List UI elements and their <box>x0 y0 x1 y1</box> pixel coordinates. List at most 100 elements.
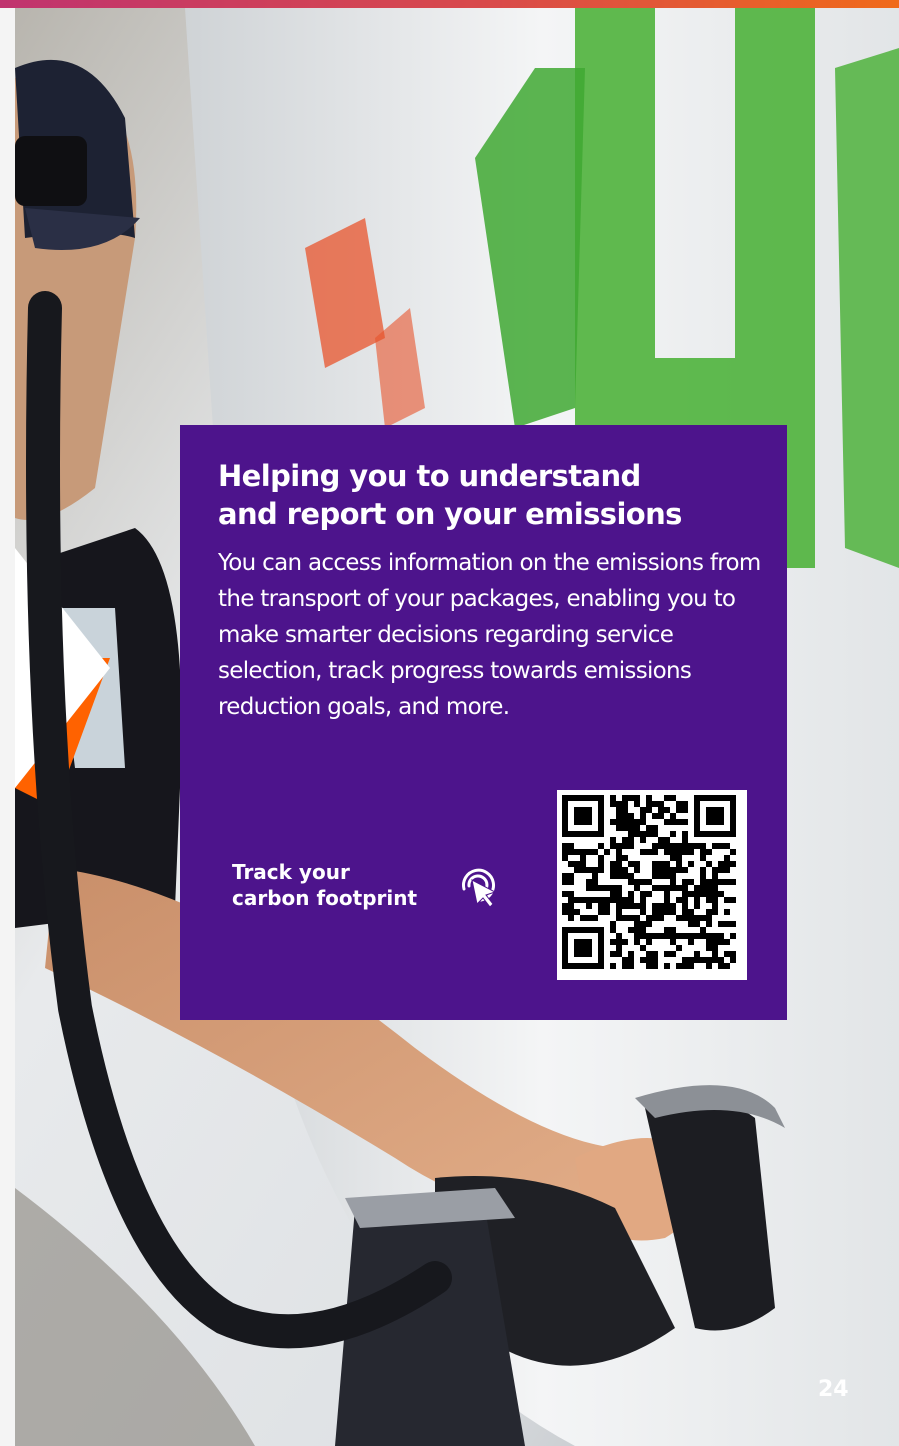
qr-module <box>562 903 568 909</box>
qr-module <box>574 867 580 873</box>
qr-module <box>628 861 634 867</box>
qr-module <box>616 891 622 897</box>
qr-module <box>712 909 718 915</box>
qr-module <box>670 879 676 885</box>
qr-module <box>682 879 688 885</box>
qr-module <box>628 903 634 909</box>
headline-line-1: Helping you to understand <box>218 459 641 493</box>
qr-module <box>628 915 634 921</box>
qr-module <box>610 819 616 825</box>
qr-module <box>616 867 622 873</box>
qr-module <box>724 861 730 867</box>
qr-module <box>640 891 646 897</box>
qr-module <box>634 885 640 891</box>
qr-module <box>622 807 628 813</box>
qr-module <box>664 795 670 801</box>
qr-module <box>730 933 736 939</box>
qr-module <box>664 963 670 969</box>
qr-module <box>622 825 628 831</box>
qr-module <box>730 897 736 903</box>
qr-module <box>712 933 718 939</box>
qr-module <box>616 801 622 807</box>
qr-module <box>706 963 712 969</box>
qr-module <box>634 861 640 867</box>
qr-module <box>586 885 592 891</box>
qr-module <box>676 867 682 873</box>
qr-module <box>622 957 628 963</box>
qr-module <box>658 837 664 843</box>
qr-module <box>634 939 640 945</box>
qr-module <box>658 903 664 909</box>
qr-module <box>670 873 676 879</box>
qr-module <box>598 867 604 873</box>
qr-module <box>718 933 724 939</box>
qr-module <box>640 957 646 963</box>
qr-module <box>652 915 658 921</box>
qr-module <box>688 843 694 849</box>
qr-module <box>580 867 586 873</box>
qr-module <box>694 897 700 903</box>
qr-module <box>706 957 712 963</box>
qr-module <box>598 885 604 891</box>
qr-module <box>562 843 568 849</box>
qr-module <box>682 849 688 855</box>
qr-code[interactable] <box>557 790 747 980</box>
top-gradient-bar <box>0 0 899 8</box>
qr-module <box>646 801 652 807</box>
qr-module <box>700 885 706 891</box>
qr-module <box>652 951 658 957</box>
qr-module <box>616 903 622 909</box>
qr-module <box>670 855 676 861</box>
qr-module <box>568 915 574 921</box>
qr-module <box>628 831 634 837</box>
qr-module <box>622 801 628 807</box>
qr-module <box>682 957 688 963</box>
qr-module <box>676 843 682 849</box>
qr-module <box>658 915 664 921</box>
qr-module <box>676 963 682 969</box>
qr-module <box>676 849 682 855</box>
qr-module <box>676 807 682 813</box>
qr-module <box>682 903 688 909</box>
qr-module <box>652 903 658 909</box>
qr-module <box>688 849 694 855</box>
qr-module <box>730 957 736 963</box>
qr-module <box>658 885 664 891</box>
qr-module <box>694 891 700 897</box>
qr-module <box>616 843 622 849</box>
qr-module <box>682 933 688 939</box>
qr-module <box>712 891 718 897</box>
qr-module <box>586 879 592 885</box>
qr-module <box>562 879 568 885</box>
left-margin-strip <box>0 8 15 1446</box>
track-carbon-footprint-link[interactable]: Track your carbon footprint <box>232 859 462 911</box>
qr-module <box>682 897 688 903</box>
qr-module <box>700 957 706 963</box>
qr-module <box>682 891 688 897</box>
qr-module <box>712 873 718 879</box>
qr-module <box>712 879 718 885</box>
qr-module <box>664 849 670 855</box>
qr-module <box>622 873 628 879</box>
qr-module <box>658 801 664 807</box>
qr-module <box>592 849 598 855</box>
qr-module <box>622 837 628 843</box>
qr-module <box>718 861 724 867</box>
qr-module <box>592 867 598 873</box>
qr-module <box>676 897 682 903</box>
qr-module <box>616 885 622 891</box>
qr-module <box>670 819 676 825</box>
qr-module <box>718 957 724 963</box>
qr-module <box>700 873 706 879</box>
qr-module <box>568 861 574 867</box>
qr-module <box>676 933 682 939</box>
qr-module <box>598 855 604 861</box>
qr-module <box>670 927 676 933</box>
qr-module <box>688 909 694 915</box>
qr-module <box>724 939 730 945</box>
qr-module <box>634 795 640 801</box>
page: Helping you to understand and report on … <box>0 0 899 1446</box>
qr-module <box>628 795 634 801</box>
qr-module <box>646 831 652 837</box>
qr-module <box>676 801 682 807</box>
